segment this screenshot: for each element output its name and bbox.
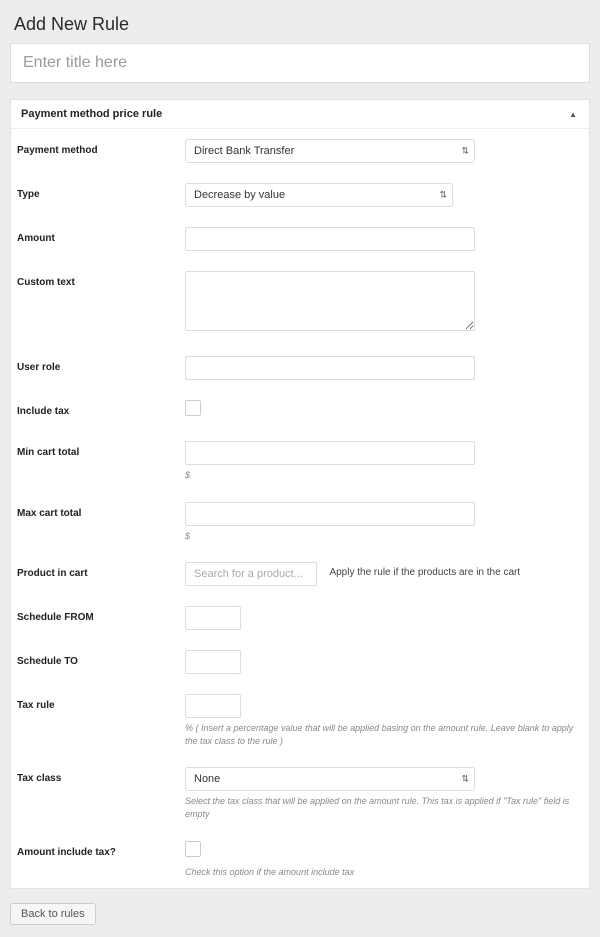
page-title: Add New Rule (14, 14, 590, 35)
row-schedule-to: Schedule TO (11, 640, 589, 684)
row-min-cart: Min cart total $ (11, 431, 589, 492)
type-select[interactable]: Decrease by value (185, 183, 453, 207)
label-schedule-from: Schedule FROM (17, 606, 185, 623)
back-to-rules-button[interactable]: Back to rules (10, 903, 96, 925)
product-in-cart-note: Apply the rule if the products are in th… (329, 567, 520, 578)
row-amount: Amount (11, 217, 589, 261)
amount-input[interactable] (185, 227, 475, 251)
page-root: Add New Rule Payment method price rule ▲… (0, 0, 600, 937)
rule-title-input[interactable] (10, 43, 590, 83)
custom-text-textarea[interactable] (185, 271, 475, 331)
metabox-toggle-icon[interactable]: ▲ (567, 110, 579, 119)
label-min-cart: Min cart total (17, 441, 185, 458)
amount-include-tax-hint: Check this option if the amount include … (185, 866, 579, 879)
row-custom-text: Custom text (11, 261, 589, 346)
row-user-role: User role (11, 346, 589, 390)
label-amount: Amount (17, 227, 185, 244)
label-amount-include-tax: Amount include tax? (17, 841, 185, 858)
label-tax-rule: Tax rule (17, 694, 185, 711)
row-tax-rule: Tax rule % ( Insert a percentage value t… (11, 684, 589, 757)
min-cart-input[interactable] (185, 441, 475, 465)
metabox-title: Payment method price rule (21, 108, 162, 120)
product-search-input[interactable] (185, 562, 317, 586)
row-amount-include-tax: Amount include tax? Check this option if… (11, 831, 589, 889)
label-schedule-to: Schedule TO (17, 650, 185, 667)
row-product-in-cart: Product in cart Apply the rule if the pr… (11, 552, 589, 596)
row-type: Type Decrease by value ⇅ (11, 173, 589, 217)
tax-rule-input[interactable] (185, 694, 241, 718)
row-payment-method: Payment method Direct Bank Transfer ⇅ (11, 129, 589, 173)
label-max-cart: Max cart total (17, 502, 185, 519)
label-type: Type (17, 183, 185, 200)
max-cart-suffix: $ (185, 530, 579, 543)
min-cart-suffix: $ (185, 469, 579, 482)
label-user-role: User role (17, 356, 185, 373)
row-max-cart: Max cart total $ (11, 492, 589, 553)
label-include-tax: Include tax (17, 400, 185, 417)
row-schedule-from: Schedule FROM (11, 596, 589, 640)
max-cart-input[interactable] (185, 502, 475, 526)
row-include-tax: Include tax (11, 390, 589, 431)
tax-class-hint: Select the tax class that will be applie… (185, 795, 579, 820)
label-product-in-cart: Product in cart (17, 562, 185, 579)
row-tax-class: Tax class None ⇅ Select the tax class th… (11, 757, 589, 830)
schedule-from-input[interactable] (185, 606, 241, 630)
include-tax-checkbox[interactable] (185, 400, 201, 416)
tax-class-select[interactable]: None (185, 767, 475, 791)
tax-rule-hint: % ( Insert a percentage value that will … (185, 722, 579, 747)
metabox-header[interactable]: Payment method price rule ▲ (11, 100, 589, 129)
label-payment-method: Payment method (17, 139, 185, 156)
payment-method-select[interactable]: Direct Bank Transfer (185, 139, 475, 163)
label-custom-text: Custom text (17, 271, 185, 288)
schedule-to-input[interactable] (185, 650, 241, 674)
user-role-input[interactable] (185, 356, 475, 380)
amount-include-tax-checkbox[interactable] (185, 841, 201, 857)
rule-metabox: Payment method price rule ▲ Payment meth… (10, 99, 590, 889)
label-tax-class: Tax class (17, 767, 185, 784)
